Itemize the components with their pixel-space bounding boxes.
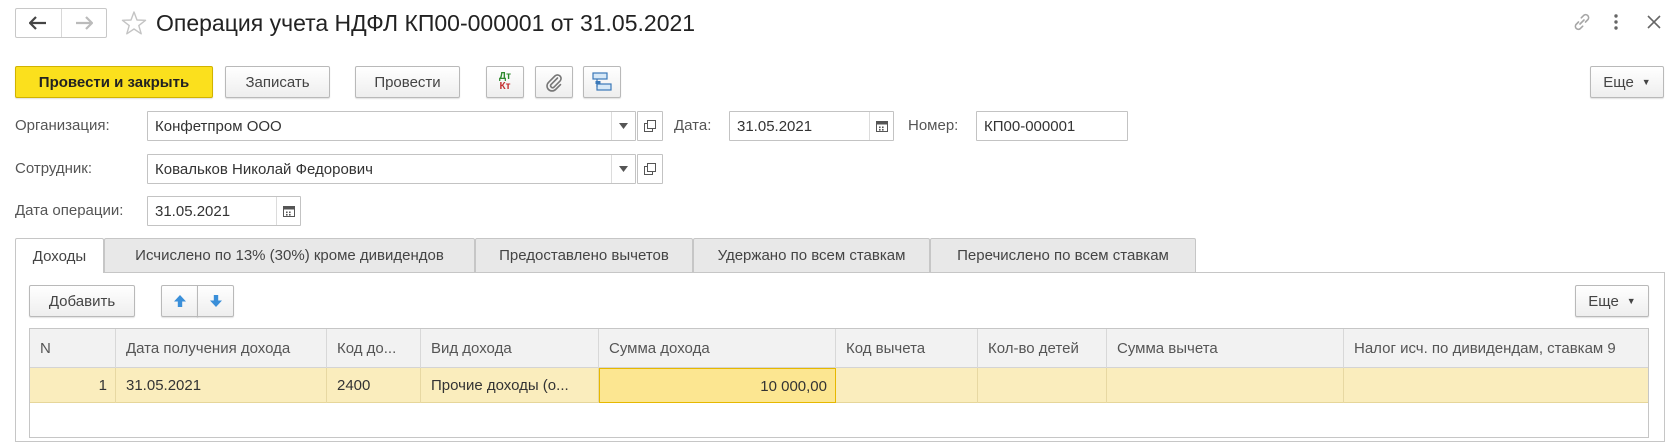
number-value: КП00-000001 — [984, 117, 1076, 135]
cell-deduction-amount[interactable] — [1107, 368, 1344, 403]
more-actions-button[interactable]: Еще ▼ — [1590, 66, 1664, 98]
cell-income-code[interactable]: 2400 — [327, 368, 421, 403]
operation-date-label: Дата операции: — [15, 202, 124, 219]
history-nav — [15, 8, 107, 38]
column-header-children[interactable]: Кол-во детей — [978, 329, 1107, 368]
dropdown-button[interactable] — [611, 155, 635, 183]
attach-files-button[interactable] — [535, 66, 573, 98]
number-label: Номер: — [908, 117, 959, 134]
employee-value: Ковальков Николай Федорович — [155, 160, 373, 178]
arrow-down-icon — [209, 295, 222, 307]
calendar-button[interactable] — [276, 197, 300, 225]
column-header-n[interactable]: N — [30, 329, 116, 368]
calendar-button[interactable] — [869, 112, 893, 140]
number-field[interactable]: КП00-000001 — [976, 111, 1128, 141]
hierarchy-icon — [592, 72, 612, 91]
arrow-left-icon — [29, 16, 47, 30]
organization-label: Организация: — [15, 117, 110, 134]
column-header-income-kind[interactable]: Вид дохода — [421, 329, 599, 368]
more-label: Еще — [1603, 73, 1634, 91]
move-up-button[interactable] — [161, 285, 198, 317]
income-table: N Дата получения дохода Код до... Вид до… — [29, 328, 1649, 438]
cell-tax[interactable] — [1344, 368, 1648, 403]
more-label: Еще — [1588, 292, 1619, 310]
favorite-star-icon[interactable] — [121, 10, 147, 36]
structure-button[interactable] — [583, 66, 621, 98]
back-button[interactable] — [16, 9, 61, 37]
column-header-income-amount[interactable]: Сумма дохода — [599, 329, 836, 368]
link-icon[interactable] — [1570, 10, 1594, 34]
page-title: Операция учета НДФЛ КП00-000001 от 31.05… — [156, 10, 696, 36]
caret-down-icon: ▼ — [1641, 77, 1651, 87]
dropdown-button[interactable] — [611, 112, 635, 140]
column-header-tax[interactable]: Налог исч. по дивидендам, ставкам 9 — [1344, 329, 1648, 368]
organization-open-button[interactable] — [637, 111, 663, 141]
chevron-down-icon — [619, 123, 628, 129]
post-button[interactable]: Провести — [355, 66, 460, 98]
table-more-button[interactable]: Еще ▼ — [1575, 285, 1649, 317]
organization-value: Конфетпром ООО — [155, 117, 282, 135]
save-button[interactable]: Записать — [225, 66, 330, 98]
cell-children[interactable] — [978, 368, 1107, 403]
cell-deduction-code[interactable] — [836, 368, 978, 403]
kt-label: Кт — [499, 81, 511, 92]
chevron-down-icon — [619, 166, 628, 172]
date-value: 31.05.2021 — [737, 117, 813, 135]
table-header: N Дата получения дохода Код до... Вид до… — [30, 329, 1648, 368]
table-row[interactable]: 1 31.05.2021 2400 Прочие доходы (о... 10… — [30, 368, 1648, 403]
tab-calculated-13[interactable]: Исчислено по 13% (30%) кроме дивидендов — [104, 238, 475, 272]
cell-n[interactable]: 1 — [30, 368, 116, 403]
arrow-right-icon — [75, 16, 93, 30]
cell-income-amount[interactable]: 10 000,00 — [599, 368, 836, 403]
tab-income[interactable]: Доходы — [15, 238, 104, 273]
paperclip-icon — [546, 74, 562, 92]
dt-kt-report-button[interactable]: Дт Кт — [486, 66, 524, 98]
open-form-icon — [644, 120, 656, 132]
arrow-up-icon — [173, 295, 186, 307]
organization-field[interactable]: Конфетпром ООО — [147, 111, 636, 141]
column-header-income-date[interactable]: Дата получения дохода — [116, 329, 327, 368]
kebab-menu-icon[interactable] — [1604, 10, 1628, 34]
post-and-close-button[interactable]: Провести и закрыть — [15, 66, 213, 98]
open-form-icon — [644, 163, 656, 175]
date-field[interactable]: 31.05.2021 — [729, 111, 894, 141]
date-label: Дата: — [674, 117, 712, 134]
calendar-icon — [282, 206, 295, 217]
cell-income-kind[interactable]: Прочие доходы (о... — [421, 368, 599, 403]
calendar-icon — [875, 121, 888, 132]
tab-transferred[interactable]: Перечислено по всем ставкам — [930, 238, 1196, 272]
close-icon[interactable] — [1642, 10, 1666, 34]
tab-withheld[interactable]: Удержано по всем ставкам — [693, 238, 930, 272]
tab-deductions-provided[interactable]: Предоставлено вычетов — [475, 238, 693, 272]
column-header-deduction-code[interactable]: Код вычета — [836, 329, 978, 368]
column-header-income-code[interactable]: Код до... — [327, 329, 421, 368]
caret-down-icon: ▼ — [1626, 296, 1636, 306]
move-down-button[interactable] — [197, 285, 234, 317]
operation-date-value: 31.05.2021 — [155, 202, 231, 220]
dt-kt-icon: Дт Кт — [499, 72, 511, 92]
forward-button[interactable] — [60, 9, 107, 37]
employee-open-button[interactable] — [637, 154, 663, 184]
cell-income-date[interactable]: 31.05.2021 — [116, 368, 327, 403]
add-row-button[interactable]: Добавить — [29, 285, 135, 317]
operation-date-field[interactable]: 31.05.2021 — [147, 196, 301, 226]
employee-field[interactable]: Ковальков Николай Федорович — [147, 154, 636, 184]
employee-label: Сотрудник: — [15, 160, 93, 177]
column-header-deduction-amount[interactable]: Сумма вычета — [1107, 329, 1344, 368]
